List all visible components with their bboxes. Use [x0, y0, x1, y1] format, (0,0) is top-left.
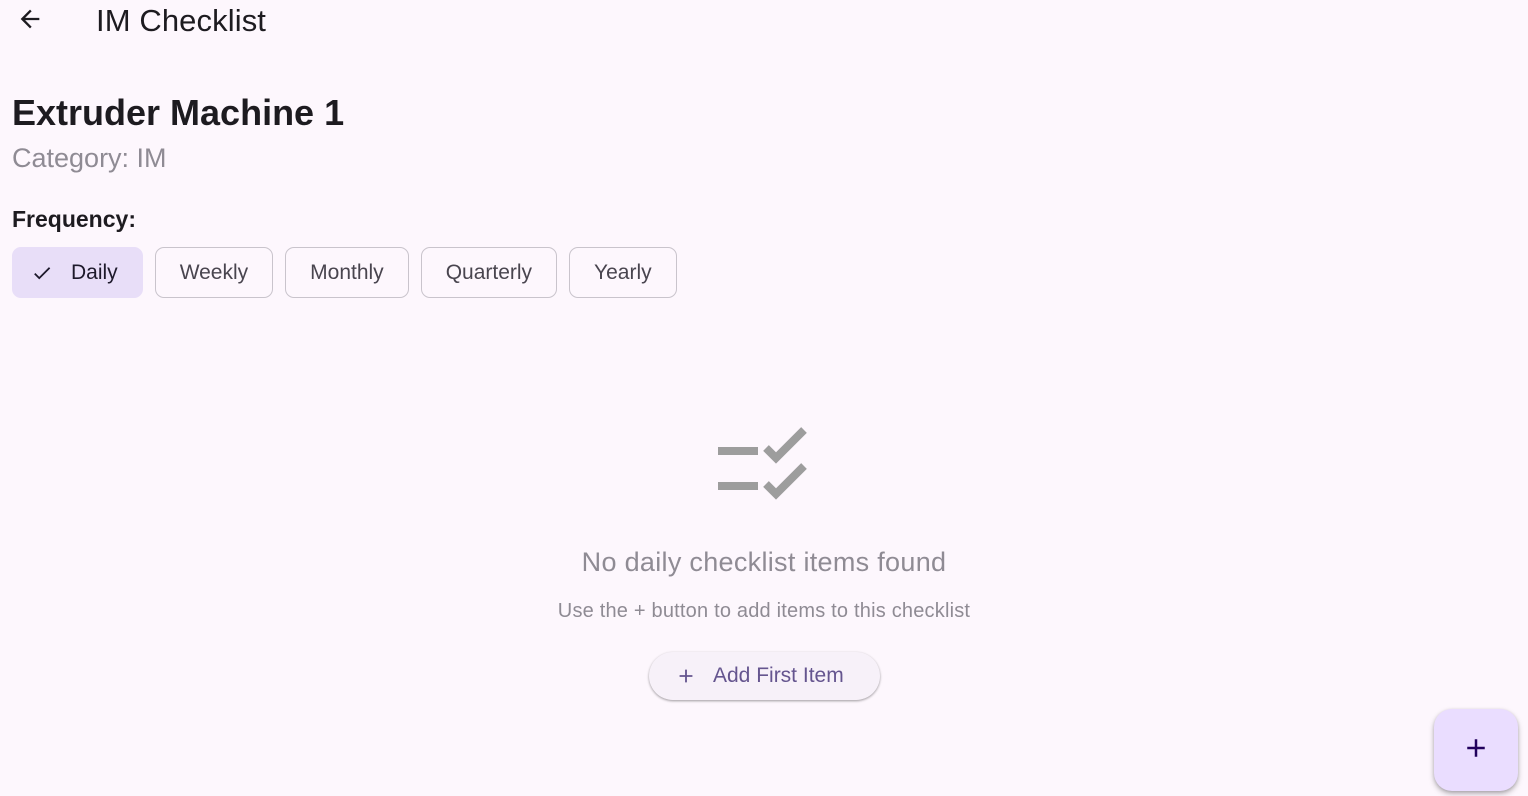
empty-state-subtitle: Use the + button to add items to this ch… — [557, 600, 971, 622]
back-button[interactable] — [8, 0, 52, 42]
frequency-chips: Daily Weekly Monthly Quarterly Yearly — [12, 247, 677, 298]
machine-category: Category: IM — [12, 143, 167, 173]
chip-monthly[interactable]: Monthly — [285, 247, 409, 298]
add-first-item-button[interactable]: Add First Item — [649, 652, 880, 700]
chip-label: Weekly — [179, 260, 249, 284]
add-item-fab[interactable] — [1434, 709, 1518, 791]
add-first-item-label: Add First Item — [713, 664, 844, 687]
empty-state-title: No daily checklist items found — [581, 547, 947, 577]
arrow-back-icon — [16, 5, 44, 38]
page-title: IM Checklist — [96, 3, 267, 38]
chip-label: Daily — [71, 260, 118, 284]
plus-icon — [675, 665, 697, 687]
empty-state: No daily checklist items found Use the +… — [0, 420, 1528, 622]
chip-quarterly[interactable]: Quarterly — [420, 247, 558, 298]
check-icon — [31, 262, 53, 284]
machine-name: Extruder Machine 1 — [12, 92, 345, 133]
frequency-label: Frequency: — [12, 206, 136, 232]
chip-weekly[interactable]: Weekly — [154, 247, 274, 298]
chip-label: Monthly — [310, 260, 384, 284]
checklist-icon — [0, 420, 1528, 504]
chip-daily[interactable]: Daily — [12, 247, 143, 298]
chip-yearly[interactable]: Yearly — [569, 247, 677, 298]
chip-label: Yearly — [594, 260, 652, 284]
app-bar: IM Checklist — [0, 0, 1528, 42]
chip-label: Quarterly — [445, 260, 533, 284]
add-icon — [1461, 733, 1491, 768]
